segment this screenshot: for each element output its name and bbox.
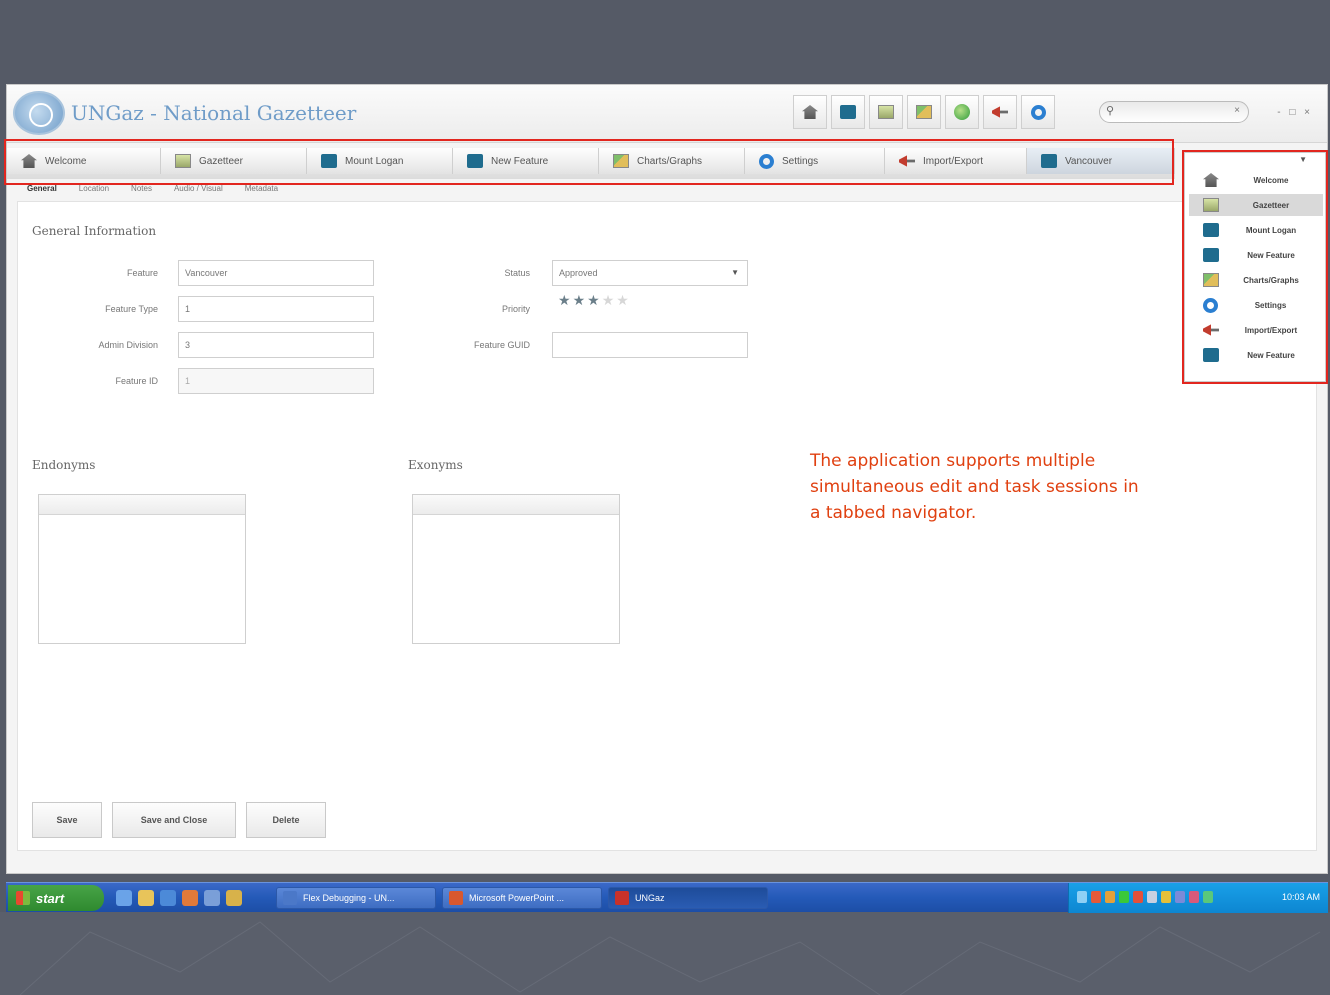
general-information-title: General Information xyxy=(32,224,157,238)
tray-icon[interactable] xyxy=(1105,891,1115,903)
save-and-close-button[interactable]: Save and Close xyxy=(112,802,236,838)
tab-navigator-highlight xyxy=(4,139,1174,185)
star-icon[interactable]: ★ xyxy=(558,292,573,308)
window-controls[interactable]: - □ × xyxy=(1277,107,1313,118)
priority-rating[interactable]: ★★★★★ xyxy=(558,292,631,309)
tool-icon[interactable] xyxy=(226,890,242,906)
exonyms-list-header xyxy=(413,495,619,515)
feature-guid-label: Feature GUID xyxy=(473,340,530,350)
start-label: start xyxy=(36,890,65,906)
media-icon[interactable] xyxy=(160,890,176,906)
star-icon[interactable]: ★ xyxy=(602,292,617,308)
tray-icon[interactable] xyxy=(1203,891,1213,903)
exonyms-title: Exonyms xyxy=(408,458,463,472)
endonyms-list[interactable] xyxy=(38,494,246,644)
firefox-icon[interactable] xyxy=(182,890,198,906)
feature-id-label: Feature ID xyxy=(115,376,158,386)
taskbar-flex-debugging[interactable]: Flex Debugging - UN... xyxy=(276,887,436,909)
chart-icon xyxy=(916,105,932,119)
clock: 10:03 AM xyxy=(1281,892,1320,902)
un-logo xyxy=(13,91,65,135)
admin-division-label: Admin Division xyxy=(98,340,158,350)
feature-type-label: Feature Type xyxy=(105,304,158,314)
save-button[interactable]: Save xyxy=(32,802,102,838)
star-icon[interactable]: ★ xyxy=(573,292,588,308)
tray-icon[interactable] xyxy=(1077,891,1087,903)
dropdown-highlight xyxy=(1182,150,1328,384)
document-icon xyxy=(878,105,894,119)
powerpoint-icon xyxy=(449,891,463,905)
windows-logo-icon xyxy=(16,891,30,905)
endonyms-title: Endonyms xyxy=(32,458,96,472)
priority-label: Priority xyxy=(501,304,530,314)
feature-form: General Information Feature Vancouver Fe… xyxy=(17,201,1317,851)
status-label: Status xyxy=(504,268,530,278)
import-export-icon xyxy=(992,106,1008,118)
charts-toolbar-button[interactable] xyxy=(907,95,941,129)
status-select[interactable]: Approved ▼ xyxy=(552,260,748,286)
folder-icon xyxy=(840,105,856,119)
task-label: Flex Debugging - UN... xyxy=(303,893,395,903)
status-value: Approved xyxy=(559,268,598,278)
start-button[interactable]: start xyxy=(8,885,104,911)
star-icon[interactable]: ★ xyxy=(616,292,631,308)
feature-input[interactable]: Vancouver xyxy=(178,260,374,286)
ungaz-icon xyxy=(615,891,629,905)
slide-annotation: The application supports multiple simult… xyxy=(810,451,1139,523)
exonyms-list[interactable] xyxy=(412,494,620,644)
gazetteer-toolbar-button[interactable] xyxy=(869,95,903,129)
star-icon[interactable]: ★ xyxy=(587,292,602,308)
windows-taskbar: start Flex Debugging - UN... Microsoft P… xyxy=(6,882,1328,913)
feature-type-input[interactable]: 1 xyxy=(178,296,374,322)
taskbar-ungaz[interactable]: UNGaz xyxy=(608,887,768,909)
app-header: UNGaz - National Gazetteer ⚲ × - □ × xyxy=(7,85,1327,143)
import-export-toolbar-button[interactable] xyxy=(983,95,1017,129)
folder-icon[interactable] xyxy=(138,890,154,906)
system-tray: 10:03 AM xyxy=(1068,883,1328,913)
feature-id-input: 1 xyxy=(178,368,374,394)
tray-icon[interactable] xyxy=(1161,891,1171,903)
chevron-down-icon: ▼ xyxy=(731,268,739,277)
map-toolbar-button[interactable] xyxy=(945,95,979,129)
home-toolbar-button[interactable] xyxy=(793,95,827,129)
search-input[interactable]: ⚲ × xyxy=(1099,101,1249,123)
slide-background xyxy=(0,912,1330,995)
flex-icon xyxy=(283,891,297,905)
folder-toolbar-button[interactable] xyxy=(831,95,865,129)
ie-icon[interactable] xyxy=(116,890,132,906)
tray-icons xyxy=(1077,891,1213,903)
network-icon[interactable] xyxy=(204,890,220,906)
tray-icon[interactable] xyxy=(1175,891,1185,903)
settings-toolbar-button[interactable] xyxy=(1021,95,1055,129)
toolbar xyxy=(793,95,1055,129)
taskbar-powerpoint[interactable]: Microsoft PowerPoint ... xyxy=(442,887,602,909)
task-label: Microsoft PowerPoint ... xyxy=(469,893,565,903)
tray-icon[interactable] xyxy=(1189,891,1199,903)
task-label: UNGaz xyxy=(635,893,665,903)
settings-icon xyxy=(1030,104,1046,120)
search-icon: ⚲ xyxy=(1106,105,1115,117)
admin-division-input[interactable]: 3 xyxy=(178,332,374,358)
app-title: UNGaz - National Gazetteer xyxy=(71,101,357,125)
background-pattern xyxy=(19,921,1321,995)
feature-label: Feature xyxy=(126,268,158,278)
delete-button[interactable]: Delete xyxy=(246,802,326,838)
tray-icon[interactable] xyxy=(1091,891,1101,903)
feature-guid-input[interactable] xyxy=(552,332,748,358)
tray-icon[interactable] xyxy=(1133,891,1143,903)
quick-launch xyxy=(116,890,242,906)
tray-icon[interactable] xyxy=(1119,891,1129,903)
house-icon xyxy=(802,105,818,119)
search-clear-button[interactable]: × xyxy=(1234,105,1240,116)
globe-icon xyxy=(954,104,970,120)
endonyms-list-header xyxy=(39,495,245,515)
tray-icon[interactable] xyxy=(1147,891,1157,903)
